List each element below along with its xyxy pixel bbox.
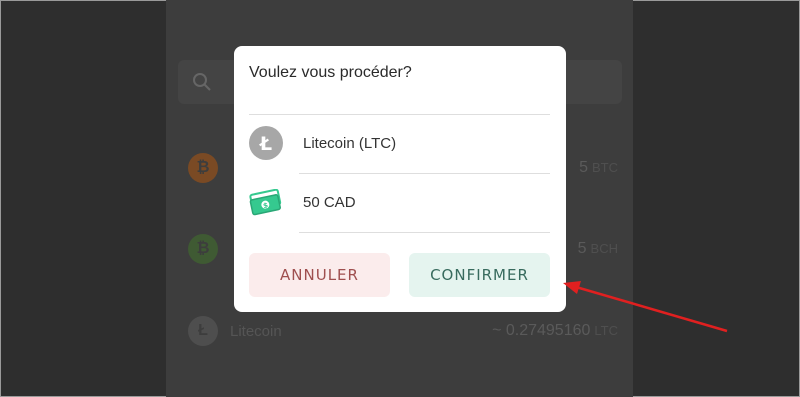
- annotation-arrow: [563, 281, 728, 333]
